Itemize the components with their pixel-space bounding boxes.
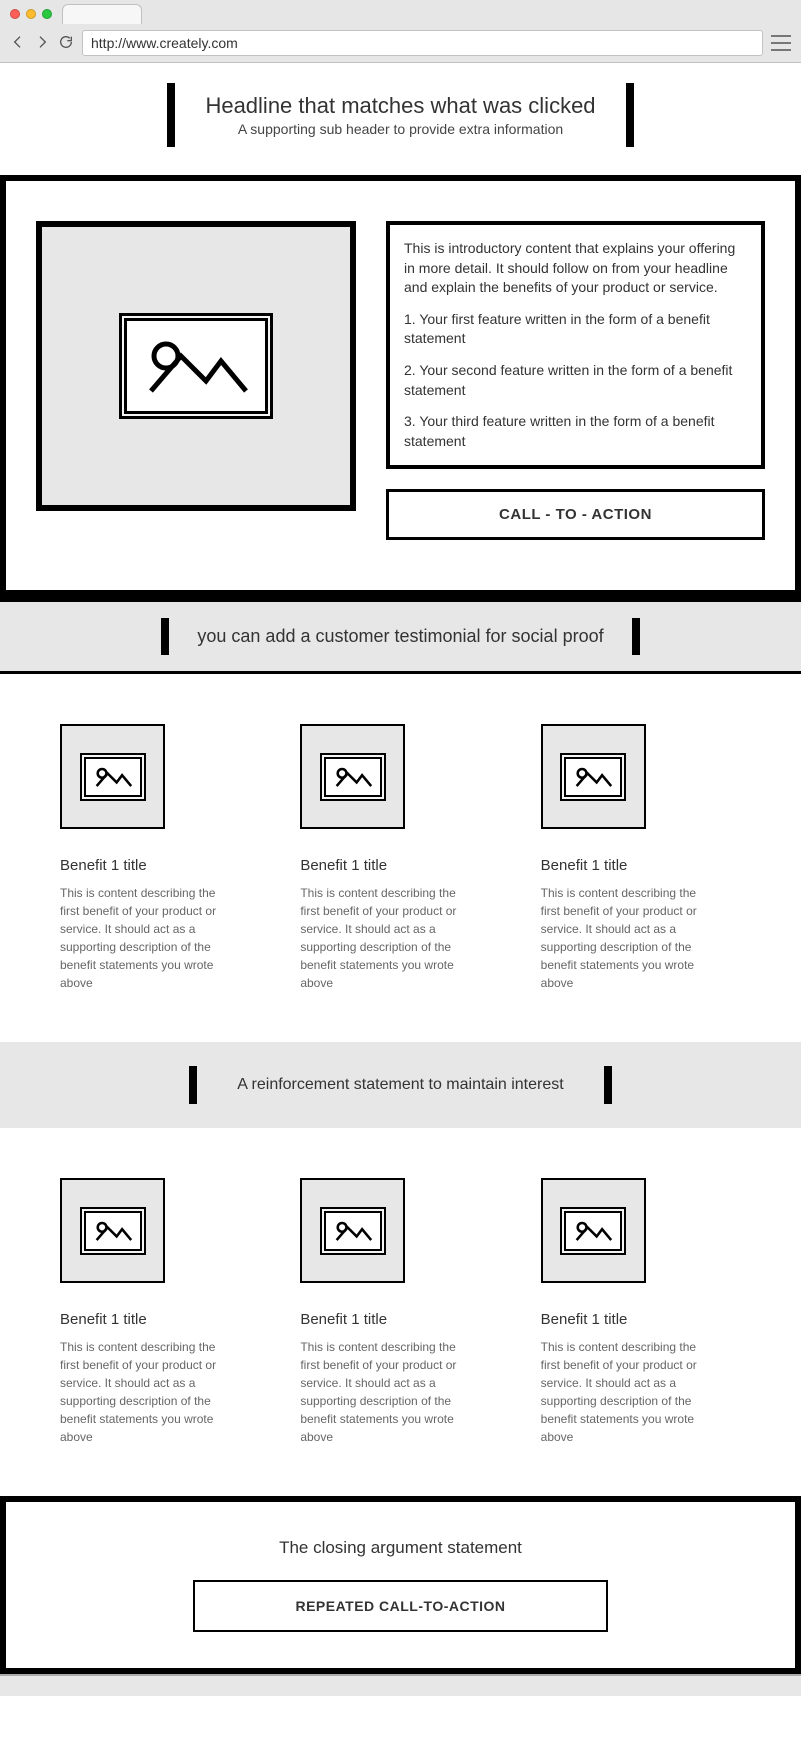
- benefit-image-placeholder: [541, 1178, 646, 1283]
- browser-tab[interactable]: [62, 4, 142, 24]
- benefit-desc: This is content describing the first ben…: [300, 884, 475, 992]
- benefit-desc: This is content describing the first ben…: [541, 884, 716, 992]
- image-frame-icon: [560, 1207, 626, 1255]
- close-window-icon[interactable]: [10, 9, 20, 19]
- browser-chrome: http://www.creately.com: [0, 0, 801, 63]
- image-frame-icon: [119, 313, 273, 419]
- page-headline: Headline that matches what was clicked: [205, 93, 595, 119]
- image-frame-icon: [320, 1207, 386, 1255]
- benefits-row-bottom: Benefit 1 title This is content describi…: [0, 1128, 801, 1496]
- benefit-title: Benefit 1 title: [60, 1311, 260, 1328]
- intro-text-box: This is introductory content that explai…: [386, 221, 765, 469]
- url-input[interactable]: http://www.creately.com: [82, 30, 763, 56]
- menu-icon[interactable]: [771, 35, 791, 51]
- benefit-image-placeholder: [60, 1178, 165, 1283]
- benefit-desc: This is content describing the first ben…: [60, 884, 235, 992]
- reinforcement-text: A reinforcement statement to maintain in…: [189, 1066, 611, 1104]
- browser-toolbar: http://www.creately.com: [0, 24, 801, 62]
- benefit-image-placeholder: [541, 724, 646, 829]
- benefit-title: Benefit 1 title: [60, 857, 260, 874]
- benefit-image-placeholder: [60, 724, 165, 829]
- back-button[interactable]: [10, 34, 26, 53]
- maximize-window-icon[interactable]: [42, 9, 52, 19]
- benefit-card: Benefit 1 title This is content describi…: [300, 724, 500, 992]
- benefit-desc: This is content describing the first ben…: [60, 1338, 235, 1446]
- cta-secondary-button[interactable]: REPEATED CALL-TO-ACTION: [193, 1580, 607, 1632]
- hero-section: This is introductory content that explai…: [0, 175, 801, 596]
- forward-button[interactable]: [34, 34, 50, 53]
- benefit-title: Benefit 1 title: [541, 1311, 741, 1328]
- benefit-card: Benefit 1 title This is content describi…: [300, 1178, 500, 1446]
- benefit-image-placeholder: [300, 724, 405, 829]
- intro-lead: This is introductory content that explai…: [404, 239, 747, 298]
- image-frame-icon: [80, 753, 146, 801]
- benefit-desc: This is content describing the first ben…: [300, 1338, 475, 1446]
- benefit-title: Benefit 1 title: [541, 857, 741, 874]
- page-subheader: A supporting sub header to provide extra…: [205, 121, 595, 137]
- benefit-card: Benefit 1 title This is content describi…: [541, 1178, 741, 1446]
- window-controls: [10, 9, 52, 19]
- minimize-window-icon[interactable]: [26, 9, 36, 19]
- benefit-card: Benefit 1 title This is content describi…: [60, 1178, 260, 1446]
- image-frame-icon: [80, 1207, 146, 1255]
- image-frame-icon: [560, 753, 626, 801]
- header-section: Headline that matches what was clicked A…: [0, 63, 801, 175]
- reload-button[interactable]: [58, 34, 74, 53]
- intro-column: This is introductory content that explai…: [386, 221, 765, 540]
- intro-feature-2: 2. Your second feature written in the fo…: [404, 361, 747, 400]
- closing-statement: The closing argument statement: [6, 1538, 795, 1558]
- cta-primary-button[interactable]: CALL - TO - ACTION: [386, 489, 765, 540]
- benefit-desc: This is content describing the first ben…: [541, 1338, 716, 1446]
- benefits-row-top: Benefit 1 title This is content describi…: [0, 674, 801, 1042]
- page-content: Headline that matches what was clicked A…: [0, 63, 801, 1696]
- hero-image-placeholder: [36, 221, 356, 511]
- footer-band: [0, 1674, 801, 1696]
- benefit-card: Benefit 1 title This is content describi…: [541, 724, 741, 992]
- headline-box: Headline that matches what was clicked A…: [167, 83, 633, 147]
- benefit-image-placeholder: [300, 1178, 405, 1283]
- benefit-card: Benefit 1 title This is content describi…: [60, 724, 260, 992]
- benefit-title: Benefit 1 title: [300, 1311, 500, 1328]
- benefit-title: Benefit 1 title: [300, 857, 500, 874]
- testimonial-text: you can add a customer testimonial for s…: [161, 618, 639, 655]
- reinforcement-band: A reinforcement statement to maintain in…: [0, 1042, 801, 1128]
- closing-section: The closing argument statement REPEATED …: [0, 1496, 801, 1674]
- intro-feature-1: 1. Your first feature written in the for…: [404, 310, 747, 349]
- image-frame-icon: [320, 753, 386, 801]
- tab-row: [0, 0, 801, 24]
- testimonial-band: you can add a customer testimonial for s…: [0, 596, 801, 674]
- intro-feature-3: 3. Your third feature written in the for…: [404, 412, 747, 451]
